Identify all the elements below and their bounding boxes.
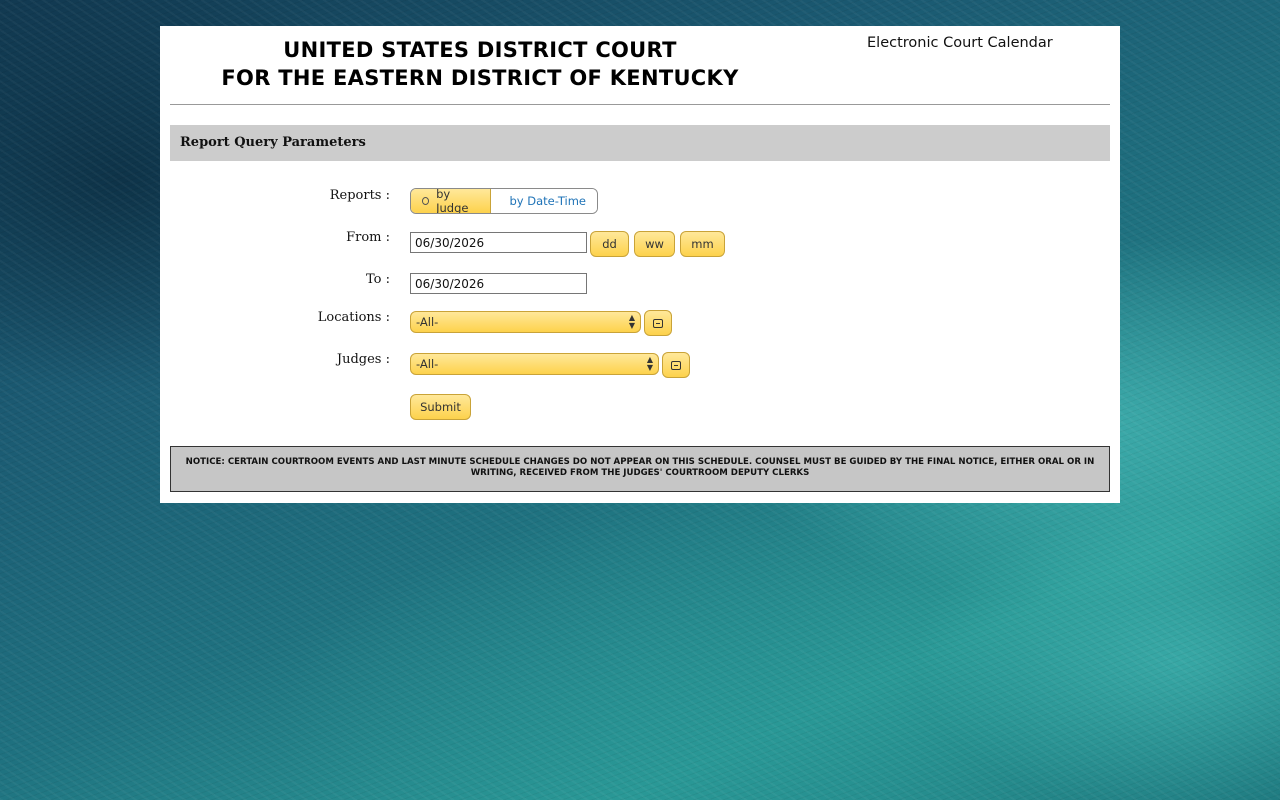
section-header: Report Query Parameters <box>170 125 1110 161</box>
judges-selected-value: -All- <box>416 357 439 371</box>
locations-picker-button[interactable] <box>644 310 672 336</box>
reports-toggle: by Judge by Date-Time <box>410 188 598 214</box>
locations-selected-value: -All- <box>416 315 439 329</box>
judges-label: Judges : <box>336 352 390 367</box>
radio-icon <box>422 197 430 205</box>
reports-label: Reports : <box>329 188 390 203</box>
court-title: UNITED STATES DISTRICT COURT FOR THE EAS… <box>200 36 760 92</box>
header-divider <box>170 104 1110 105</box>
submit-button[interactable]: Submit <box>410 394 471 420</box>
judges-picker-button[interactable] <box>662 352 690 378</box>
locations-label: Locations : <box>317 310 390 325</box>
court-title-line1: UNITED STATES DISTRICT COURT <box>283 38 677 62</box>
schedule-notice: NOTICE: CERTAIN COURTROOM EVENTS AND LAS… <box>170 446 1110 492</box>
reports-by-date-time-label: by Date-Time <box>509 194 587 208</box>
court-title-line2: FOR THE EASTERN DISTRICT OF KENTUCKY <box>221 66 739 90</box>
reports-by-judge-label: by Judge <box>436 188 469 214</box>
range-month-button[interactable]: mm <box>680 231 725 257</box>
from-label: From : <box>346 230 390 245</box>
from-date-input[interactable] <box>410 232 587 253</box>
range-week-button[interactable]: ww <box>634 231 675 257</box>
range-day-button[interactable]: dd <box>590 231 629 257</box>
select-arrows-icon: ▲ ▼ <box>628 313 635 330</box>
locations-select[interactable]: -All- ▲ ▼ <box>410 311 641 333</box>
scroll-icon <box>671 360 681 370</box>
select-arrows-icon: ▲ ▼ <box>646 355 653 372</box>
reports-by-judge-option[interactable]: by Judge <box>411 189 491 213</box>
section-title: Report Query Parameters <box>180 135 366 150</box>
app-name: Electronic Court Calendar <box>867 35 1053 51</box>
reports-by-date-time-option[interactable]: by Date-Time <box>491 189 597 213</box>
main-panel: UNITED STATES DISTRICT COURT FOR THE EAS… <box>160 26 1120 503</box>
to-date-input[interactable] <box>410 273 587 294</box>
scroll-icon <box>653 318 663 328</box>
judges-select[interactable]: -All- ▲ ▼ <box>410 353 659 375</box>
to-label: To : <box>365 272 390 287</box>
